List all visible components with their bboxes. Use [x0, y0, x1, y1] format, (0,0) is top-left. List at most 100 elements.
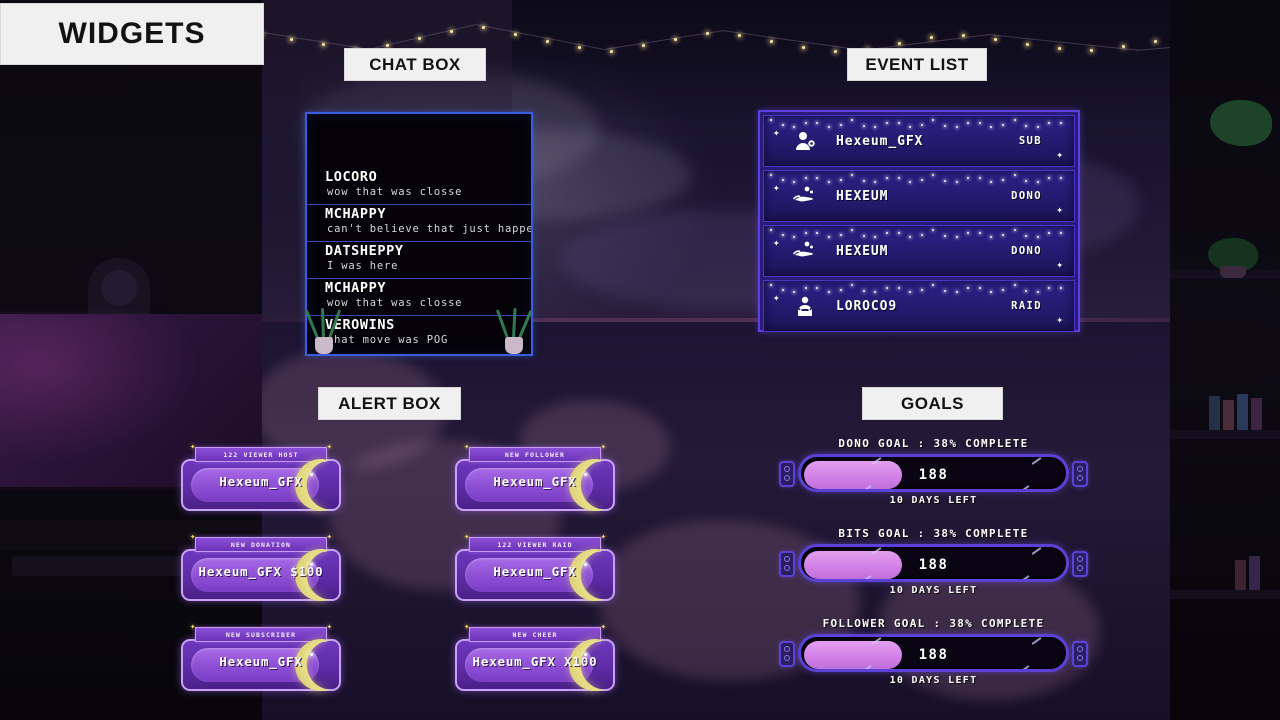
star-icon: ✦ [464, 442, 470, 452]
bar-shine [1019, 665, 1030, 669]
cap-hole [784, 466, 790, 472]
bar-shine [1019, 575, 1030, 579]
alert-title-ribbon: 122 VIEWER HOST [195, 447, 327, 462]
event-type-badge: RAID [1011, 300, 1042, 312]
chat-box-widget[interactable]: LOCORO wow that was closse MCHAPPY can't be… [304, 112, 533, 356]
goal-progress-bar: 188 [779, 454, 1088, 492]
cap-hole [1077, 565, 1083, 571]
chat-message-text: wow that was closse [327, 186, 463, 198]
goal-widget[interactable]: DONO GOAL : 38% COMPLETE 188 10 DAYS LEFT [779, 437, 1088, 509]
desk-speaker [88, 258, 150, 318]
goal-days-left: 10 DAYS LEFT [889, 495, 978, 506]
sparkle-icon: ✦ [773, 291, 780, 304]
alert-title-text: NEW DONATION [230, 540, 292, 549]
hanging-plant [1210, 100, 1272, 146]
alert-title-ribbon: NEW CHEER [469, 627, 601, 642]
alert-body: Hexeum_GFX [181, 639, 347, 691]
sparkle-icon: ✦ [1056, 148, 1063, 161]
background-scene [0, 0, 1280, 720]
event-type-badge: SUB [1018, 135, 1042, 147]
sparkle-icon: ✦ [1056, 258, 1063, 271]
event-list-widget[interactable]: ✦ ✦ Hexeum_GFX SUB ✦ ✦ HEXEUM DONO ✦ ✦ HEXEUM DONO ✦… [758, 110, 1080, 332]
book [1237, 394, 1248, 430]
sub-person-icon [792, 128, 818, 154]
event-list-row[interactable]: ✦ ✦ Hexeum_GFX SUB [763, 115, 1075, 167]
alert-body: Hexeum_GFX X100 [455, 639, 621, 691]
donation-hand-icon [792, 238, 818, 264]
event-list-row[interactable]: ✦ ✦ HEXEUM DONO [763, 170, 1075, 222]
sparkle-icon: ✦ [773, 181, 780, 194]
alert-message-text: Hexeum_GFX X100 [472, 654, 598, 669]
goal-track: 188 [798, 454, 1069, 492]
alert-title-text: NEW SUBSCRIBER [225, 630, 297, 639]
cap-hole [784, 475, 790, 481]
alert-title-text: 122 VIEWER HOST [223, 450, 299, 459]
goal-bar-end-cap [1072, 641, 1088, 667]
bar-shine [1019, 485, 1030, 489]
event-list-row[interactable]: ✦ ✦ HEXEUM DONO [763, 225, 1075, 277]
event-row-lights [764, 172, 1074, 184]
donation-hand-icon [792, 183, 818, 209]
star-icon: ✦ [190, 442, 196, 452]
alert-box[interactable]: Hexeum_GFX X100 NEW CHEER ✦ ✦ [455, 623, 621, 691]
chat-message-text: wow that was closse [327, 297, 463, 309]
book [1209, 396, 1220, 430]
event-type-badge: DONO [1011, 245, 1042, 257]
page-title: WIDGETS [0, 3, 264, 65]
alert-title-ribbon: NEW DONATION [195, 537, 327, 552]
alert-box[interactable]: Hexeum_GFX NEW SUBSCRIBER ✦ ✦ [181, 623, 347, 691]
shelf [1170, 430, 1280, 439]
goal-bar-end-cap [1072, 461, 1088, 487]
event-row-lights [764, 227, 1074, 239]
bar-shine [1031, 547, 1042, 555]
alert-title-ribbon: NEW FOLLOWER [469, 447, 601, 462]
star-icon: ✦ [326, 442, 332, 452]
sparkle-icon: ✦ [1056, 203, 1063, 216]
event-row-lights [764, 282, 1074, 294]
cap-hole [784, 565, 790, 571]
goal-value: 188 [918, 647, 949, 663]
event-username: HEXEUM [836, 243, 889, 259]
star-icon: ✦ [190, 622, 196, 632]
goal-title: FOLLOWER GOAL : 38% COMPLETE [822, 617, 1045, 630]
shelf [1170, 590, 1280, 599]
goal-widget[interactable]: BITS GOAL : 38% COMPLETE 188 10 DAYS LEFT [779, 527, 1088, 599]
chat-message-list[interactable]: LOCORO wow that was closse MCHAPPY can't be… [307, 162, 531, 352]
alert-body: Hexeum_GFX $100 [181, 549, 347, 601]
sparkle-icon: ✦ [773, 126, 780, 139]
star-icon: ✦ [600, 532, 606, 542]
star-icon: ✦ [600, 622, 606, 632]
cap-hole [784, 655, 790, 661]
alert-box[interactable]: Hexeum_GFX 122 VIEWER HOST ✦ ✦ [181, 443, 347, 511]
goal-progress-bar: 188 [779, 634, 1088, 672]
goal-track: 188 [798, 544, 1069, 582]
alert-body: Hexeum_GFX [455, 459, 621, 511]
book [1223, 400, 1234, 430]
label-event-list: EVENT LIST [847, 48, 987, 81]
event-username: HEXEUM [836, 188, 889, 204]
goal-widget[interactable]: FOLLOWER GOAL : 38% COMPLETE 188 10 DAYS L… [779, 617, 1088, 689]
alert-title-text: NEW FOLLOWER [504, 450, 566, 459]
alert-box[interactable]: Hexeum_GFX 122 VIEWER RAID ✦ ✦ [455, 533, 621, 601]
goal-value: 188 [918, 467, 949, 483]
chat-message: LOCORO wow that was closse [307, 168, 531, 204]
chat-message: VEROWINS that move was POG [307, 315, 531, 352]
book [1249, 556, 1260, 590]
alert-box[interactable]: Hexeum_GFX $100 NEW DONATION ✦ ✦ [181, 533, 347, 601]
book [1235, 560, 1246, 590]
goal-days-left: 10 DAYS LEFT [889, 585, 978, 596]
event-list-row[interactable]: ✦ ✦ LOROCO9 RAID [763, 280, 1075, 332]
alert-message-text: Hexeum_GFX [219, 474, 303, 489]
chat-message: MCHAPPY wow that was closse [307, 278, 531, 315]
event-row-lights [764, 117, 1074, 129]
goal-bar-end-cap [779, 641, 795, 667]
goal-title: DONO GOAL : 38% COMPLETE [838, 437, 1029, 450]
alert-title-text: 122 VIEWER RAID [497, 540, 573, 549]
chat-username: DATSHEPPY [325, 243, 404, 259]
goal-bar-end-cap [1072, 551, 1088, 577]
alert-box[interactable]: Hexeum_GFX NEW FOLLOWER ✦ ✦ [455, 443, 621, 511]
bar-shine [1031, 457, 1042, 465]
raid-crown-icon [792, 293, 818, 319]
alert-title-ribbon: 122 VIEWER RAID [469, 537, 601, 552]
cap-hole [784, 646, 790, 652]
